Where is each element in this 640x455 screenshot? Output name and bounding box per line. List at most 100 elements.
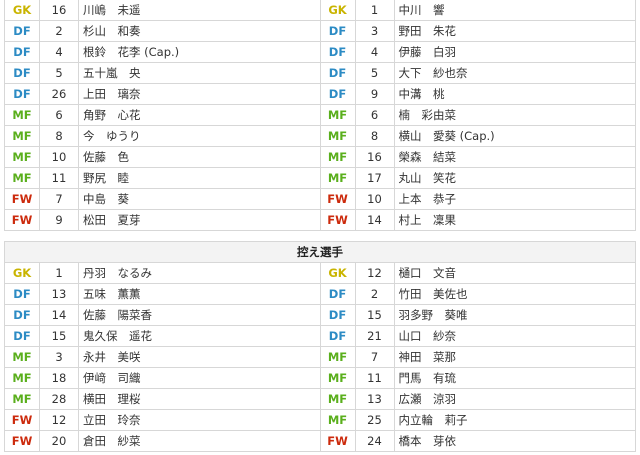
shirt-number-right: 9: [354, 83, 395, 105]
substitutes-section: GK 1 丹羽 なるみ GK 12 樋口 文音 DF 13 五味 薫薫 DF 2 竹田 美佐也 DF 14…: [4, 262, 636, 452]
shirt-number-left: 12: [39, 409, 79, 431]
position-right: DF: [319, 325, 356, 347]
player-row: FW 9 松田 夏芽 FW 14 村上 凜果: [4, 209, 636, 231]
position-right: FW: [319, 188, 356, 210]
player-name-left: 川嶋 未遥: [78, 0, 321, 21]
position-right: MF: [319, 388, 356, 410]
position-right: MF: [319, 367, 356, 389]
shirt-number-left: 9: [39, 209, 79, 231]
player-name-right: 伊藤 白羽: [393, 41, 636, 63]
shirt-number-right: 15: [354, 304, 395, 326]
position-left: FW: [4, 209, 40, 231]
player-name-right: 中川 響: [393, 0, 636, 21]
position-left: MF: [4, 388, 40, 410]
position-right: MF: [319, 409, 356, 431]
shirt-number-left: 18: [39, 367, 79, 389]
player-name-right: 横山 愛葵 (Cap.): [393, 125, 636, 147]
position-left: GK: [4, 262, 40, 284]
shirt-number-right: 11: [354, 367, 395, 389]
position-left: MF: [4, 146, 40, 168]
player-row: FW 7 中島 葵 FW 10 上本 恭子: [4, 188, 636, 210]
player-name-right: 広瀬 涼羽: [393, 388, 636, 410]
position-left: FW: [4, 409, 40, 431]
player-row: GK 16 川嶋 未遥 GK 1 中川 響: [4, 0, 636, 21]
player-row: DF 15 鬼久保 遥花 DF 21 山口 紗奈: [4, 325, 636, 347]
player-name-right: 村上 凜果: [393, 209, 636, 231]
position-left: DF: [4, 41, 40, 63]
player-name-right: 上本 恭子: [393, 188, 636, 210]
player-name-left: 五十嵐 央: [78, 62, 321, 84]
shirt-number-right: 21: [354, 325, 395, 347]
position-right: DF: [319, 20, 356, 42]
position-right: FW: [319, 430, 356, 452]
player-row: MF 18 伊﨑 司織 MF 11 門馬 有琉: [4, 367, 636, 389]
player-name-right: 神田 菜那: [393, 346, 636, 368]
shirt-number-left: 1: [39, 262, 79, 284]
shirt-number-right: 25: [354, 409, 395, 431]
player-name-right: 山口 紗奈: [393, 325, 636, 347]
player-row: MF 28 横田 理桜 MF 13 広瀬 涼羽: [4, 388, 636, 410]
position-right: DF: [319, 83, 356, 105]
section-gap: [4, 230, 636, 242]
shirt-number-left: 15: [39, 325, 79, 347]
shirt-number-right: 12: [354, 262, 395, 284]
player-name-right: 門馬 有琉: [393, 367, 636, 389]
position-left: MF: [4, 367, 40, 389]
position-right: GK: [319, 262, 356, 284]
player-row: MF 8 今 ゆうり MF 8 横山 愛葵 (Cap.): [4, 125, 636, 147]
player-name-right: 竹田 美佐也: [393, 283, 636, 305]
position-left: MF: [4, 167, 40, 189]
player-row: DF 13 五味 薫薫 DF 2 竹田 美佐也: [4, 283, 636, 305]
player-name-left: 佐藤 色: [78, 146, 321, 168]
player-row: DF 2 杉山 和奏 DF 3 野田 朱花: [4, 20, 636, 42]
shirt-number-right: 14: [354, 209, 395, 231]
starters-section: GK 16 川嶋 未遥 GK 1 中川 響 DF 2 杉山 和奏 DF 3 野田 朱花 DF 4 根鈴 花李…: [4, 0, 636, 231]
position-right: DF: [319, 41, 356, 63]
player-name-right: 榮森 結菜: [393, 146, 636, 168]
player-row: MF 3 永井 美咲 MF 7 神田 菜那: [4, 346, 636, 368]
shirt-number-right: 2: [354, 283, 395, 305]
shirt-number-left: 4: [39, 41, 79, 63]
player-name-right: 大下 紗也奈: [393, 62, 636, 84]
shirt-number-right: 7: [354, 346, 395, 368]
player-name-left: 倉田 紗菜: [78, 430, 321, 452]
position-right: MF: [319, 146, 356, 168]
position-right: MF: [319, 346, 356, 368]
shirt-number-left: 26: [39, 83, 79, 105]
player-name-left: 横田 理桜: [78, 388, 321, 410]
shirt-number-left: 3: [39, 346, 79, 368]
shirt-number-left: 8: [39, 125, 79, 147]
player-name-left: 上田 璃奈: [78, 83, 321, 105]
shirt-number-left: 11: [39, 167, 79, 189]
position-right: DF: [319, 304, 356, 326]
player-row: DF 14 佐藤 陽菜香 DF 15 羽多野 葵唯: [4, 304, 636, 326]
position-left: GK: [4, 0, 40, 21]
shirt-number-right: 8: [354, 125, 395, 147]
player-name-left: 角野 心花: [78, 104, 321, 126]
player-name-left: 佐藤 陽菜香: [78, 304, 321, 326]
position-left: DF: [4, 304, 40, 326]
player-row: DF 4 根鈴 花李 (Cap.) DF 4 伊藤 白羽: [4, 41, 636, 63]
player-name-right: 羽多野 葵唯: [393, 304, 636, 326]
player-name-left: 中島 葵: [78, 188, 321, 210]
player-name-left: 鬼久保 遥花: [78, 325, 321, 347]
shirt-number-right: 16: [354, 146, 395, 168]
player-name-left: 杉山 和奏: [78, 20, 321, 42]
player-row: FW 20 倉田 紗菜 FW 24 橋本 芽依: [4, 430, 636, 452]
shirt-number-left: 14: [39, 304, 79, 326]
player-row: MF 6 角野 心花 MF 6 楠 彩由菜: [4, 104, 636, 126]
player-name-right: 橋本 芽依: [393, 430, 636, 452]
player-name-left: 永井 美咲: [78, 346, 321, 368]
player-name-right: 中溝 桃: [393, 83, 636, 105]
shirt-number-left: 20: [39, 430, 79, 452]
position-left: MF: [4, 104, 40, 126]
shirt-number-right: 1: [354, 0, 395, 21]
position-right: FW: [319, 209, 356, 231]
shirt-number-right: 17: [354, 167, 395, 189]
player-name-right: 樋口 文音: [393, 262, 636, 284]
shirt-number-left: 6: [39, 104, 79, 126]
player-name-right: 楠 彩由菜: [393, 104, 636, 126]
position-right: MF: [319, 167, 356, 189]
position-left: DF: [4, 20, 40, 42]
shirt-number-left: 5: [39, 62, 79, 84]
